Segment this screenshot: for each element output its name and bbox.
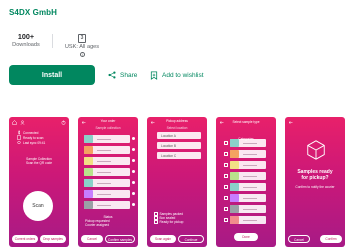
back-arrow-icon[interactable]	[219, 120, 224, 125]
bookmark-add-icon	[150, 71, 158, 80]
screenshot-2[interactable]: Your order Sample collection Status Pick…	[78, 117, 138, 247]
downloads-count: 100+	[17, 32, 35, 41]
sample-row[interactable]	[84, 179, 130, 187]
done-button[interactable]: Done	[234, 233, 258, 241]
cancel-button[interactable]: Cancel	[288, 235, 310, 243]
sample-type-row[interactable]	[230, 139, 266, 147]
sample-type-row[interactable]	[230, 183, 266, 191]
screenshot-4[interactable]: Select sample type Categories Done	[216, 117, 276, 247]
scan-button[interactable]: Scan	[23, 191, 53, 221]
home-icon	[12, 119, 17, 125]
current-orders-button[interactable]: Current orders	[12, 235, 38, 243]
downloads-stat: 100+ Downloads	[9, 32, 43, 49]
content-rating-stat[interactable]: 3 USK: All agesi	[63, 32, 101, 59]
continue-button[interactable]: Continue	[178, 235, 204, 243]
location-row[interactable]: Location B	[157, 142, 201, 149]
content-rating-label: USK: All ages	[64, 44, 100, 50]
wishlist-button[interactable]: Add to wishlist	[150, 71, 204, 80]
sample-type-row[interactable]	[230, 216, 266, 224]
checkbox-icon[interactable]	[224, 152, 228, 156]
share-button[interactable]: Share	[108, 71, 137, 79]
wishlist-label: Add to wishlist	[162, 72, 204, 79]
location-row[interactable]: Location A	[157, 132, 201, 139]
sample-row[interactable]	[84, 135, 130, 143]
sample-type-row[interactable]	[230, 161, 266, 169]
sample-type-row[interactable]	[230, 150, 266, 158]
checkbox-icon[interactable]	[224, 141, 228, 145]
package-box-icon	[307, 140, 325, 160]
power-icon	[61, 120, 66, 125]
sample-row[interactable]	[84, 146, 130, 154]
checkbox-icon[interactable]	[154, 216, 158, 220]
share-icon	[108, 71, 116, 79]
sample-row[interactable]	[84, 190, 130, 198]
cancel-button[interactable]: Cancel	[81, 235, 103, 243]
drop-samples-button[interactable]: Drop samples	[40, 235, 66, 243]
sample-row[interactable]	[84, 201, 130, 209]
checkbox-icon[interactable]	[154, 212, 158, 216]
checkbox-icon[interactable]	[224, 218, 228, 222]
sample-row[interactable]	[84, 157, 130, 165]
scan-again-button[interactable]: Scan again	[150, 235, 176, 243]
downloads-label: Downloads	[12, 42, 40, 48]
location-row[interactable]: Location C	[157, 152, 201, 159]
user-icon	[20, 120, 25, 125]
share-label: Share	[120, 71, 138, 79]
screenshot-3[interactable]: Pickup address Select location Location …	[147, 117, 207, 247]
sample-type-row[interactable]	[230, 172, 266, 180]
back-arrow-icon[interactable]	[81, 120, 86, 125]
screenshot-5[interactable]: Samples ready for pickup? Confirm to not…	[285, 117, 345, 247]
confirm-button[interactable]: Confirm	[320, 235, 342, 243]
checkbox-icon[interactable]	[224, 174, 228, 178]
sync-icon	[17, 140, 21, 145]
checkbox-icon[interactable]	[224, 163, 228, 167]
screenshot-1[interactable]: Connected Ready to scan Last sync 09:41 …	[9, 117, 69, 247]
checkbox-icon[interactable]	[224, 207, 228, 211]
install-button[interactable]: Install	[9, 65, 95, 85]
sample-type-row[interactable]	[230, 194, 266, 202]
usk-rating-icon: 3	[78, 34, 86, 43]
stat-divider	[52, 34, 53, 48]
screenshot-carousel[interactable]: Connected Ready to scan Last sync 09:41 …	[9, 117, 345, 247]
info-icon[interactable]: i	[80, 51, 85, 57]
back-arrow-icon[interactable]	[150, 120, 155, 125]
developer-link[interactable]: S4DX GmbH	[9, 8, 57, 17]
checkbox-icon[interactable]	[224, 185, 228, 189]
sample-type-row[interactable]	[230, 205, 266, 213]
back-arrow-icon[interactable]	[288, 120, 293, 125]
confirm-samples-button[interactable]: Confirm samples	[105, 235, 135, 243]
sample-row[interactable]	[84, 168, 130, 176]
checkbox-icon[interactable]	[154, 220, 158, 224]
checkbox-icon[interactable]	[224, 196, 228, 200]
